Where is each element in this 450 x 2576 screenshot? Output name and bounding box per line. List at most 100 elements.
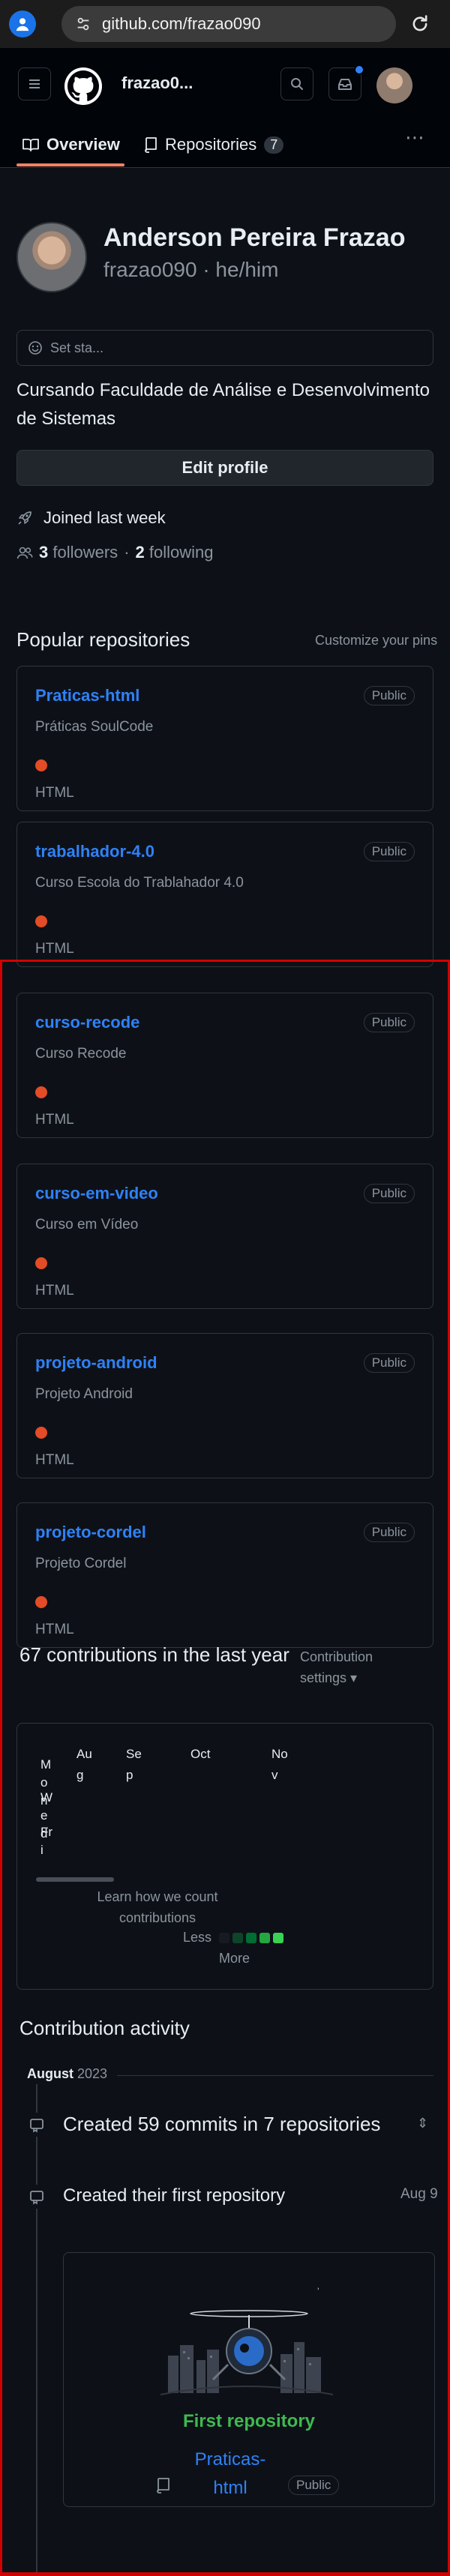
repo-card: projeto-android Public Projeto Android H… [16, 1333, 434, 1478]
profile-avatar[interactable] [16, 222, 87, 292]
month-label: Aug [76, 1747, 92, 1782]
address-bar[interactable]: github.com/frazao090 [62, 6, 396, 42]
calendar-scrollbar[interactable] [36, 1877, 114, 1882]
month-label: Sep [126, 1747, 142, 1782]
repo-card: projeto-cordel Public Projeto Cordel HTM… [16, 1502, 434, 1648]
profile-bio: Cursando Faculdade de Análise e Desenvol… [16, 380, 430, 429]
customize-pins-link[interactable]: Customize your pins [315, 633, 437, 648]
hamburger-icon [29, 79, 40, 88]
follow-stats: 3 followers · 2 following [16, 543, 214, 562]
visibility-badge: Public [363, 842, 415, 861]
contributions-title: 67 contributions in the last year [20, 1643, 290, 1666]
repo-name-link[interactable]: curso-em-video [35, 1184, 158, 1203]
repo-card: Praticas-html Public Práticas SoulCode H… [16, 666, 434, 811]
legend-less-label: Less [183, 1930, 212, 1945]
repo-description: Curso Recode [35, 1046, 127, 1062]
legend-more-label: More [219, 1951, 250, 1966]
first-repository-link[interactable]: Praticas-html [189, 2446, 272, 2503]
activity-year: 2023 [77, 2066, 108, 2081]
repo-card: trabalhador-4.0 Public Curso Escola do T… [16, 822, 434, 967]
month-label: Oct [190, 1747, 211, 1761]
visibility-badge: Public [288, 2476, 340, 2495]
people-icon [16, 547, 33, 559]
legend-cell [246, 1933, 256, 1943]
contribution-activity-title: Contribution activity [20, 2017, 190, 2039]
browser-profile-icon[interactable] [9, 10, 36, 37]
inbox-icon [338, 79, 352, 90]
repo-language: HTML [35, 941, 74, 957]
set-status-button[interactable]: Set sta... [16, 330, 434, 366]
repo-icon [145, 137, 157, 153]
header-username[interactable]: frazao0... [122, 73, 193, 93]
github-logo-icon[interactable] [64, 67, 102, 105]
repo-language: HTML [35, 1112, 74, 1128]
joined-text: Joined last week [44, 508, 166, 527]
profile-name: Anderson Pereira Frazao [104, 223, 406, 252]
tab-repositories-label: Repositories [165, 135, 257, 154]
language-color-dot [35, 1086, 47, 1098]
more-tabs-button[interactable]: ⋯ [405, 126, 426, 149]
repo-name-link[interactable]: projeto-android [35, 1353, 158, 1373]
following-count: 2 [135, 543, 145, 562]
active-tab-indicator [16, 163, 124, 166]
tab-repositories[interactable]: Repositories 7 [144, 123, 284, 166]
contribution-settings-dropdown[interactable]: Contribution settings ▾ [300, 1646, 382, 1688]
repo-name-link[interactable]: Praticas-html [35, 686, 140, 705]
repo-name-link[interactable]: projeto-cordel [35, 1523, 146, 1542]
language-color-dot [35, 1257, 47, 1269]
repo-description: Curso Escola do Trablahador 4.0 [35, 875, 244, 891]
notification-indicator [354, 64, 364, 75]
followers-link[interactable]: 3 followers [39, 543, 118, 562]
repo-language: HTML [35, 785, 74, 801]
first-repository-illustration: ʾ [160, 2286, 333, 2395]
tab-overview[interactable]: Overview [22, 123, 120, 166]
follow-separator: · [124, 543, 130, 562]
language-color-dot [35, 1596, 47, 1608]
repo-card: curso-em-video Public Curso em Vídeo HTM… [16, 1164, 434, 1309]
legend-cell [260, 1933, 270, 1943]
tab-overview-label: Overview [46, 135, 120, 154]
visibility-badge: Public [363, 686, 415, 705]
visibility-badge: Public [363, 1013, 415, 1032]
visibility-badge: Public [363, 1523, 415, 1542]
month-label: Nov [272, 1747, 288, 1782]
repo-language: HTML [35, 1283, 74, 1298]
expand-icon[interactable]: ⇕ [417, 2116, 428, 2131]
repo-name-link[interactable]: curso-recode [35, 1013, 140, 1032]
repo-language: HTML [35, 1622, 74, 1637]
search-button[interactable] [280, 67, 314, 100]
legend-cell [219, 1933, 230, 1943]
svg-text:ʾ: ʾ [316, 2286, 320, 2298]
following-link[interactable]: 2 following [136, 543, 214, 562]
legend-cell [232, 1933, 243, 1943]
followers-label: followers [52, 543, 118, 562]
repo-name-link[interactable]: trabalhador-4.0 [35, 842, 154, 861]
activity-month: August [27, 2066, 74, 2081]
language-color-dot [35, 915, 47, 927]
popular-repositories-title: Popular repositories [16, 628, 190, 651]
smiley-icon [28, 341, 42, 355]
visibility-badge: Public [363, 1353, 415, 1373]
activity-month-heading: August 2023 [27, 2066, 107, 2082]
rocket-icon [18, 511, 32, 525]
search-icon [291, 78, 303, 90]
language-color-dot [35, 759, 47, 771]
divider [117, 2075, 434, 2076]
menu-button[interactable] [18, 67, 51, 100]
first-repository-title: First repository [182, 2411, 316, 2431]
reload-button[interactable] [405, 10, 435, 37]
timeline-line [36, 2084, 38, 2576]
repo-icon [157, 2478, 170, 2494]
activity-date: Aug 9 [400, 2186, 438, 2202]
repositories-count: 7 [264, 136, 284, 154]
user-avatar[interactable] [376, 67, 412, 103]
following-label: following [148, 543, 214, 562]
site-info-icon[interactable] [75, 16, 92, 32]
learn-how-we-count-link[interactable]: Learn how we count contributions [68, 1886, 248, 1928]
commits-activity-summary[interactable]: Created 59 commits in 7 repositories [63, 2113, 380, 2136]
followers-count: 3 [39, 543, 49, 562]
language-color-dot [35, 1427, 47, 1439]
url-text[interactable]: github.com/frazao090 [102, 14, 261, 34]
repo-language: HTML [35, 1452, 74, 1468]
edit-profile-button[interactable]: Edit profile [16, 450, 434, 486]
